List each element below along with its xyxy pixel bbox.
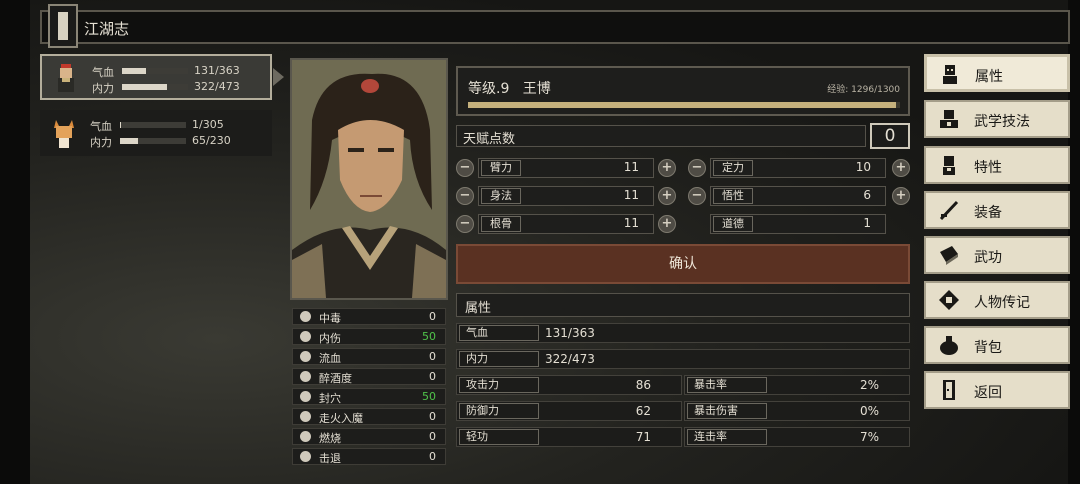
attr-focus: 定力 10 [710, 158, 886, 178]
increase-focus-button[interactable]: + [892, 159, 910, 177]
talent-label: 天赋点数 [463, 132, 516, 147]
mp-value: 322/473 [194, 80, 240, 93]
menu-back[interactable]: 返回 [924, 371, 1070, 409]
mp-value: 65/230 [192, 134, 231, 147]
stat-crit-rate: 暴击率 2% [684, 375, 910, 395]
mp-bar [122, 84, 188, 90]
sword-icon [939, 200, 959, 221]
talent-points-value: 0 [870, 123, 910, 149]
menu-martial-skills[interactable]: 武学技法 [924, 100, 1070, 138]
stat-combo-rate: 连击率 7% [684, 427, 910, 447]
menu-biography[interactable]: 人物传记 [924, 281, 1070, 319]
level-panel: 等级.9 王博 经验: 1296/1300 [456, 66, 910, 116]
status-poison: 中毒 0 [292, 308, 446, 325]
confirm-button[interactable]: 确认 [456, 244, 910, 284]
menu-equipment[interactable]: 装备 [924, 191, 1070, 229]
hero-avatar-icon [58, 64, 74, 92]
status-sealed-acupoint: 封穴 50 [292, 388, 446, 405]
menu-kungfu[interactable]: 武功 [924, 236, 1070, 274]
poison-icon [300, 311, 311, 322]
stat-agility: 轻功 71 [456, 427, 682, 447]
party-member-2[interactable]: 气血 1/305 内力 65/230 [40, 110, 272, 156]
status-knockback: 击退 0 [292, 448, 446, 465]
increase-agility-button[interactable]: + [658, 187, 676, 205]
status-bleeding: 流血 0 [292, 348, 446, 365]
menu-backpack[interactable]: 背包 [924, 326, 1070, 364]
broken-heart-icon [300, 331, 311, 342]
attr-constitution: 根骨 11 [478, 214, 654, 234]
increase-strength-button[interactable]: + [658, 159, 676, 177]
attributes-section-header: 属性 [456, 293, 910, 317]
character-name: 王博 [522, 81, 551, 97]
mp-label: 内力 [92, 82, 114, 95]
decrease-constitution-button[interactable]: − [456, 215, 474, 233]
hp-value: 1/305 [192, 118, 224, 131]
portrait-image [292, 60, 446, 298]
boot-icon [300, 451, 311, 462]
stat-defense: 防御力 62 [456, 401, 682, 421]
hp-bar [120, 122, 186, 128]
blood-drop-icon [300, 351, 311, 362]
level-text: 等级.9 [468, 81, 510, 97]
exp-text: 经验: 1296/1300 [827, 85, 900, 95]
party-member-1[interactable]: 气血 131/363 内力 322/473 [40, 54, 272, 100]
attr-insight: 悟性 6 [710, 186, 886, 206]
journal-book-icon[interactable] [48, 4, 78, 48]
bag-icon [940, 336, 958, 355]
exp-bar [468, 102, 900, 108]
hp-bar [122, 68, 188, 74]
attr-agility: 身法 11 [478, 186, 654, 206]
hp-label: 气血 [92, 66, 114, 79]
decrease-agility-button[interactable]: − [456, 187, 474, 205]
book-icon [940, 246, 958, 265]
character-portrait [290, 58, 448, 300]
hp-label: 气血 [90, 120, 112, 133]
section-label: 属性 [465, 301, 492, 316]
acupoint-icon [300, 391, 311, 402]
trait-icon [943, 156, 955, 175]
mp-label: 内力 [90, 136, 112, 149]
scroll-icon [939, 290, 959, 310]
status-qi-deviation: 走火入魔 0 [292, 408, 446, 425]
stat-mp-row: 内力 322/473 [456, 349, 910, 369]
attr-morality: 道德 1 [710, 214, 886, 234]
drunk-icon [300, 371, 311, 382]
stat-crit-damage: 暴击伤害 0% [684, 401, 910, 421]
attr-strength: 臂力 11 [478, 158, 654, 178]
decrease-strength-button[interactable]: − [456, 159, 474, 177]
person-icon [943, 65, 957, 84]
status-burning: 燃烧 0 [292, 428, 446, 445]
status-internal-injury: 内伤 50 [292, 328, 446, 345]
talent-points-row: 天赋点数 [456, 125, 866, 147]
status-drunk: 醉酒度 0 [292, 368, 446, 385]
increase-constitution-button[interactable]: + [658, 215, 676, 233]
left-edge [0, 0, 30, 484]
decrease-focus-button[interactable]: − [688, 159, 706, 177]
door-icon [943, 380, 955, 400]
fire-icon [300, 431, 311, 442]
stat-hp-row: 气血 131/363 [456, 323, 910, 343]
page-title: 江湖志 [84, 20, 130, 38]
selected-arrow-icon [273, 68, 284, 86]
martial-icon [940, 110, 958, 128]
decrease-insight-button[interactable]: − [688, 187, 706, 205]
title-bar [40, 10, 1070, 44]
menu-traits[interactable]: 特性 [924, 146, 1070, 184]
mp-bar [120, 138, 186, 144]
stat-attack: 攻击力 86 [456, 375, 682, 395]
hp-value: 131/363 [194, 64, 240, 77]
demon-icon [300, 411, 311, 422]
fox-companion-avatar-icon [54, 120, 74, 148]
menu-attributes[interactable]: 属性 [924, 54, 1070, 92]
increase-insight-button[interactable]: + [892, 187, 910, 205]
